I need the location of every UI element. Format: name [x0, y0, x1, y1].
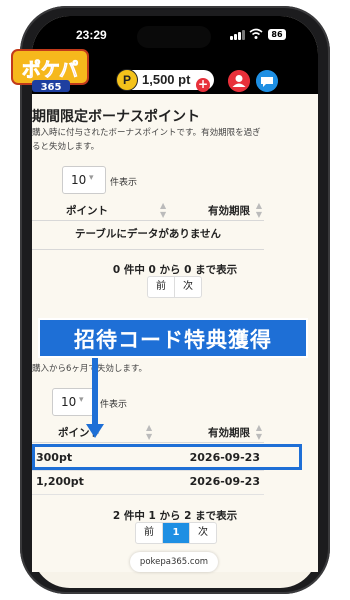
dynamic-island [137, 26, 211, 48]
highlight-box [32, 444, 302, 470]
table-header: ポイント ▲ ▼ 有効期限 ▲ ▼ [32, 198, 264, 221]
invite-bonus-banner: 招待コード特典獲得 [38, 318, 308, 358]
pagination: 前 1 次 [135, 522, 217, 544]
column-header-expiry[interactable]: 有効期限 [208, 425, 250, 440]
page-size-value: 10 [71, 173, 87, 187]
battery-icon: 86 [268, 29, 286, 40]
page-size-suffix: 件表示 [100, 400, 128, 410]
page-size-suffix: 件表示 [110, 178, 138, 188]
page-1-button[interactable]: 1 [163, 523, 190, 543]
user-icon[interactable] [228, 70, 250, 92]
app-logo[interactable]: ポケパ 365 [8, 46, 92, 94]
add-points-button[interactable]: + [196, 78, 210, 92]
column-header-points[interactable]: ポイント [66, 203, 108, 218]
next-page-button[interactable]: 次 [190, 523, 216, 543]
limited-bonus-title: 期間限定ボーナスポイント [32, 109, 200, 125]
table-header: ポイント ▲ ▼ 有効期限 ▲ ▼ [32, 420, 264, 443]
limited-bonus-description: 購入時に付与されたボーナスポイントです。有効期限を過ぎると失効します。 [32, 128, 261, 152]
sort-icon[interactable]: ▲ ▼ [256, 423, 262, 441]
chevron-down-icon: ▾ [89, 173, 94, 183]
page-size-select[interactable]: 10 ▾ [52, 388, 96, 416]
svg-text:ポケパ: ポケパ [22, 58, 78, 81]
table-info: 2 件中 1 から 2 まで表示 [112, 510, 238, 522]
prev-page-button[interactable]: 前 [148, 277, 175, 297]
chat-icon[interactable] [256, 70, 278, 92]
row-points: 1,200pt [36, 475, 84, 488]
annotation-arrow-head [86, 424, 104, 438]
page-size-select[interactable]: 10 ▾ [62, 166, 106, 194]
sort-icon[interactable]: ▲ ▼ [256, 201, 262, 219]
status-time: 23:29 [76, 28, 107, 42]
points-coin-icon: P [116, 69, 138, 91]
points-value: 1,500 pt [142, 72, 191, 87]
pagination: 前 次 [147, 276, 202, 298]
column-header-expiry[interactable]: 有効期限 [208, 203, 250, 218]
sort-icon[interactable]: ▲ ▼ [160, 201, 166, 219]
table-row: 1,200pt 2026-09-23 [32, 470, 264, 495]
cellular-signal-icon [230, 30, 245, 40]
table-info: 0 件中 0 から 0 まで表示 [112, 264, 238, 276]
next-page-button[interactable]: 次 [175, 277, 201, 297]
invite-bonus-description: 購入から6ヶ月で失効します。 [32, 364, 148, 374]
wifi-icon [249, 28, 263, 39]
sort-icon[interactable]: ▲ ▼ [146, 423, 152, 441]
empty-table-message: テーブルにデータがありません [32, 226, 264, 250]
chevron-down-icon: ▾ [79, 395, 84, 405]
row-expiry: 2026-09-23 [189, 475, 260, 488]
prev-page-button[interactable]: 前 [136, 523, 163, 543]
page-size-value: 10 [61, 395, 77, 409]
svg-text:365: 365 [41, 82, 62, 93]
annotation-arrow [92, 358, 98, 428]
url-bar[interactable]: pokepa365.com [130, 552, 218, 572]
